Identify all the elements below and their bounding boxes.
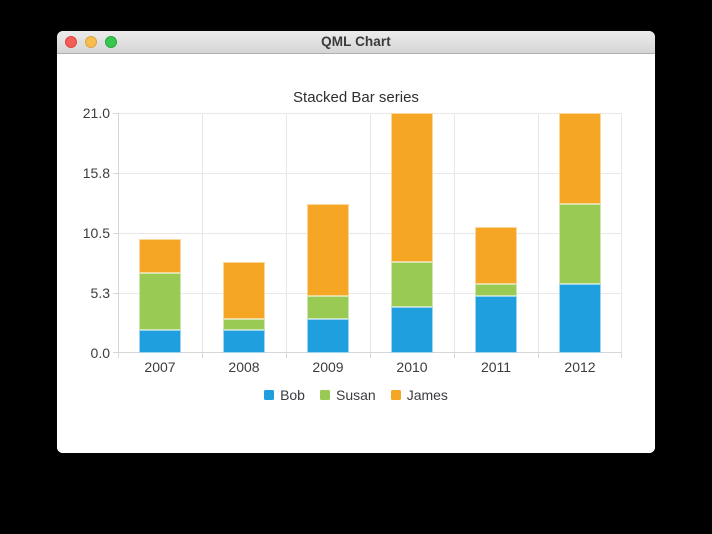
x-tick-label: 2012	[538, 359, 622, 375]
bar-segment-bob-2008	[223, 330, 265, 353]
bar-segment-bob-2012	[559, 284, 601, 353]
legend-item-bob: Bob	[264, 388, 305, 402]
gridline-v	[202, 113, 203, 353]
legend-label: Bob	[280, 388, 305, 402]
y-tick-label: 5.3	[60, 285, 110, 301]
bar-segment-bob-2011	[475, 296, 517, 353]
y-axis-line	[118, 113, 119, 353]
bar-segment-james-2009	[307, 204, 349, 295]
y-tick-label: 15.8	[60, 165, 110, 181]
bar-segment-james-2011	[475, 227, 517, 284]
gridline-v	[286, 113, 287, 353]
gridline-v	[454, 113, 455, 353]
plot-area: 0.05.310.515.821.02007200820092010201120…	[118, 113, 622, 353]
bar-segment-james-2010	[391, 113, 433, 262]
y-tick-label: 10.5	[60, 225, 110, 241]
chart-title: Stacked Bar series	[57, 90, 655, 106]
gridline-v	[370, 113, 371, 353]
x-axis-tick	[621, 353, 622, 358]
bar-segment-james-2007	[139, 239, 181, 273]
x-axis-tick	[454, 353, 455, 358]
x-axis-tick	[118, 353, 119, 358]
gridline-v	[538, 113, 539, 353]
app-window: QML Chart Stacked Bar series 0.05.310.51…	[57, 31, 655, 453]
bar-segment-susan-2010	[391, 262, 433, 308]
legend-item-james: James	[391, 388, 448, 402]
bar-segment-susan-2012	[559, 204, 601, 284]
x-tick-label: 2010	[370, 359, 454, 375]
x-tick-label: 2008	[202, 359, 286, 375]
legend-label: James	[407, 388, 448, 402]
bar-segment-bob-2010	[391, 307, 433, 353]
window-titlebar[interactable]: QML Chart	[57, 31, 655, 54]
legend-swatch-icon	[320, 390, 330, 400]
x-axis-line	[118, 352, 622, 353]
x-axis-tick	[538, 353, 539, 358]
bar-segment-susan-2008	[223, 319, 265, 330]
bar-segment-james-2008	[223, 262, 265, 319]
bar-segment-susan-2009	[307, 296, 349, 319]
bar-segment-susan-2011	[475, 284, 517, 295]
bar-segment-bob-2007	[139, 330, 181, 353]
x-axis-tick	[370, 353, 371, 358]
legend-swatch-icon	[264, 390, 274, 400]
window-title: QML Chart	[57, 31, 655, 53]
y-tick-label: 21.0	[60, 105, 110, 121]
x-tick-label: 2007	[118, 359, 202, 375]
x-axis-tick	[286, 353, 287, 358]
chart-area: Stacked Bar series 0.05.310.515.821.0200…	[57, 54, 655, 453]
gridline-v	[621, 113, 622, 353]
bar-segment-james-2012	[559, 113, 601, 204]
x-tick-label: 2011	[454, 359, 538, 375]
x-axis-tick	[202, 353, 203, 358]
x-tick-label: 2009	[286, 359, 370, 375]
legend-item-susan: Susan	[320, 388, 376, 402]
legend-label: Susan	[336, 388, 376, 402]
legend-swatch-icon	[391, 390, 401, 400]
bar-segment-susan-2007	[139, 273, 181, 330]
y-tick-label: 0.0	[60, 345, 110, 361]
chart-legend: Bob Susan James	[57, 388, 655, 402]
bar-segment-bob-2009	[307, 319, 349, 353]
